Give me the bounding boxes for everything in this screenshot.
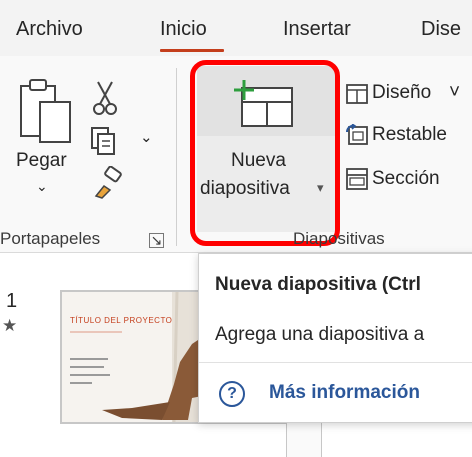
section-icon [346,168,368,190]
active-tab-indicator [160,49,224,52]
pane-scrollbar[interactable] [286,420,322,457]
group-label-clipboard: Portapapeles [0,229,101,248]
format-painter-icon [94,165,122,199]
format-painter-button[interactable] [90,165,124,205]
tab-diseno[interactable]: Dise [421,18,461,41]
copy-icon [91,127,115,155]
reset-button[interactable] [345,123,368,151]
reset-icon [345,123,368,145]
copy-dropdown-icon[interactable]: ⌄ [140,128,153,146]
cut-button[interactable] [90,80,120,121]
group-label-slides: Diapositivas [293,229,385,248]
highlight-box [190,60,340,246]
group-separator [176,68,177,246]
paste-button[interactable] [18,78,74,153]
copy-button[interactable] [90,126,124,161]
slide-number: 1 [6,290,18,312]
tooltip-title: Nueva diapositiva (Ctrl [215,274,421,295]
layout-icon [346,84,368,104]
section-button[interactable] [346,168,368,195]
tooltip-divider [199,362,472,363]
slide-thumbnail-title: TÍTULO DEL PROYECTO [70,316,173,325]
tab-archivo[interactable]: Archivo [16,18,83,41]
tab-inicio[interactable]: Inicio [160,18,207,41]
ribbon-tabs: Archivo Inicio Insertar Dise [0,0,472,56]
section-label[interactable]: Sección [372,168,440,190]
more-info-link[interactable]: Más información [269,382,420,404]
tooltip-description: Agrega una diapositiva a [215,324,425,345]
new-slide-tooltip: Nueva diapositiva (Ctrl Agrega una diapo… [198,253,472,423]
paste-label[interactable]: Pegar [16,150,67,172]
clipboard-launcher-icon[interactable]: ↘ [149,233,164,248]
slide-transition-star-icon: ★ [2,316,18,335]
layout-button[interactable] [346,84,368,109]
help-icon[interactable]: ? [219,381,245,407]
scissors-icon [93,81,117,115]
paste-icon [20,79,71,143]
layout-label[interactable]: Diseño [372,82,431,104]
layout-dropdown-icon[interactable]: ˅ [449,82,460,104]
paste-dropdown-icon[interactable]: ⌄ [36,178,48,195]
tab-insertar[interactable]: Insertar [283,18,351,41]
reset-label[interactable]: Restable [372,124,447,146]
